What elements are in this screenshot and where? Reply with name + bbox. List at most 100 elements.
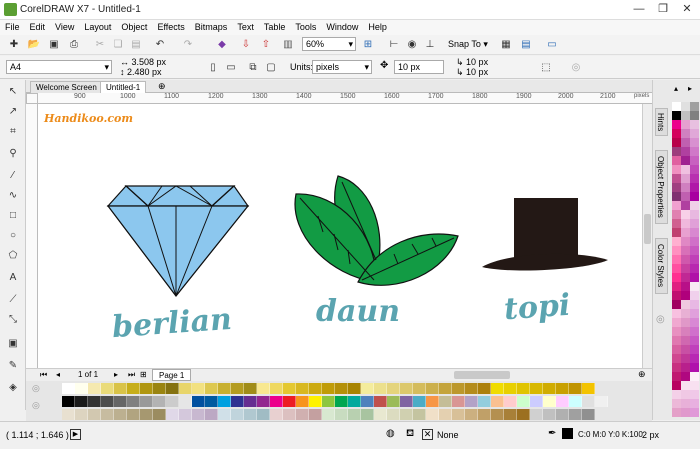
color-swatch[interactable] — [690, 399, 699, 408]
color-swatch[interactable] — [672, 372, 681, 381]
color-swatch[interactable] — [681, 192, 690, 201]
color-swatch[interactable] — [361, 383, 374, 394]
color-swatch[interactable] — [690, 390, 699, 399]
color-swatch[interactable] — [690, 228, 699, 237]
copy-icon[interactable]: ❏ — [110, 37, 126, 52]
ellipse-tool-icon[interactable]: ○ — [5, 228, 21, 244]
color-swatch[interactable] — [231, 396, 244, 407]
color-swatch[interactable] — [504, 396, 517, 407]
color-swatch[interactable] — [681, 246, 690, 255]
color-swatch[interactable] — [681, 237, 690, 246]
color-swatch[interactable] — [322, 409, 335, 420]
color-swatch[interactable] — [672, 327, 681, 336]
color-swatch[interactable] — [672, 381, 681, 390]
color-swatch[interactable] — [140, 396, 153, 407]
color-swatch[interactable] — [690, 282, 699, 291]
nudge-distance-field[interactable]: 10 px — [394, 60, 444, 74]
current-page-icon[interactable]: ▢ — [263, 60, 279, 75]
color-swatch[interactable] — [348, 396, 361, 407]
color-swatch[interactable] — [166, 396, 179, 407]
color-swatch[interactable] — [690, 273, 699, 282]
new-tab-icon[interactable]: ⊕ — [158, 81, 166, 92]
color-swatch[interactable] — [192, 396, 205, 407]
color-swatch[interactable] — [530, 409, 543, 420]
color-swatch[interactable] — [62, 396, 75, 407]
color-swatch[interactable] — [101, 396, 114, 407]
options-circle-icon[interactable]: ◎ — [568, 60, 584, 75]
color-swatch[interactable] — [690, 255, 699, 264]
new-document-icon[interactable]: ✚ — [6, 37, 22, 52]
color-swatch[interactable] — [681, 147, 690, 156]
color-swatch[interactable] — [681, 399, 690, 408]
color-swatch[interactable] — [681, 219, 690, 228]
application-menu-icon[interactable]: ▭ — [544, 37, 560, 52]
color-swatch[interactable] — [231, 409, 244, 420]
color-swatch[interactable] — [690, 219, 699, 228]
color-swatch[interactable] — [681, 309, 690, 318]
color-swatch[interactable] — [75, 383, 88, 394]
color-swatch[interactable] — [681, 300, 690, 309]
color-swatch[interactable] — [322, 383, 335, 394]
cut-icon[interactable]: ✂ — [92, 37, 108, 52]
color-swatch[interactable] — [127, 383, 140, 394]
zoom-select[interactable]: 60% ▾ — [302, 37, 356, 51]
color-swatch[interactable] — [413, 396, 426, 407]
color-swatch[interactable] — [179, 396, 192, 407]
color-swatch[interactable] — [88, 396, 101, 407]
outline-color-swatch[interactable] — [562, 428, 573, 439]
color-swatch[interactable] — [681, 165, 690, 174]
color-swatch[interactable] — [690, 246, 699, 255]
color-swatch[interactable] — [595, 396, 608, 407]
color-swatch[interactable] — [681, 291, 690, 300]
pick-tool-icon[interactable]: ↖ — [5, 84, 21, 100]
color-swatch[interactable] — [127, 409, 140, 420]
color-swatch[interactable] — [88, 409, 101, 420]
first-page-icon[interactable]: ⏮ — [40, 370, 47, 380]
interactive-fill-icon[interactable]: ◈ — [5, 380, 21, 396]
color-swatch[interactable] — [452, 409, 465, 420]
color-swatch[interactable] — [681, 282, 690, 291]
color-swatch[interactable] — [681, 363, 690, 372]
menu-edit[interactable]: Edit — [25, 20, 51, 35]
color-swatch[interactable] — [205, 396, 218, 407]
color-swatch[interactable] — [672, 399, 681, 408]
color-swatch[interactable] — [690, 192, 699, 201]
color-swatch[interactable] — [244, 396, 257, 407]
landscape-icon[interactable]: ▭ — [223, 60, 239, 75]
color-swatch[interactable] — [452, 383, 465, 394]
color-swatch[interactable] — [309, 409, 322, 420]
label-topi[interactable]: topi — [503, 288, 572, 328]
vertical-scrollbar[interactable] — [642, 104, 652, 368]
menu-file[interactable]: File — [0, 20, 25, 35]
menu-effects[interactable]: Effects — [152, 20, 189, 35]
color-swatch[interactable] — [690, 309, 699, 318]
color-swatch[interactable] — [426, 409, 439, 420]
page-tab[interactable]: Page 1 — [152, 369, 192, 381]
color-swatch[interactable] — [543, 409, 556, 420]
color-swatch[interactable] — [101, 409, 114, 420]
drawing-canvas[interactable]: Handikoo.com berlian daun topi — [38, 104, 642, 368]
color-swatch[interactable] — [681, 318, 690, 327]
menu-view[interactable]: View — [50, 20, 79, 35]
color-swatch[interactable] — [672, 273, 681, 282]
color-swatch[interactable] — [504, 409, 517, 420]
color-swatch[interactable] — [569, 383, 582, 394]
color-swatch[interactable] — [322, 396, 335, 407]
color-swatch[interactable] — [681, 111, 690, 120]
drop-shadow-icon[interactable]: ▣ — [5, 336, 21, 352]
color-swatch[interactable] — [672, 165, 681, 174]
palette-options-icon[interactable]: ◎ — [32, 400, 40, 411]
color-swatch[interactable] — [672, 138, 681, 147]
portrait-icon[interactable]: ▯ — [205, 60, 221, 75]
color-swatch[interactable] — [681, 327, 690, 336]
color-swatch[interactable] — [478, 396, 491, 407]
artistic-media-icon[interactable]: ∿ — [5, 188, 21, 204]
color-swatch[interactable] — [296, 409, 309, 420]
color-swatch[interactable] — [140, 383, 153, 394]
color-swatch[interactable] — [387, 383, 400, 394]
color-swatch[interactable] — [672, 174, 681, 183]
color-swatch[interactable] — [556, 396, 569, 407]
color-swatch[interactable] — [672, 354, 681, 363]
color-swatch[interactable] — [270, 383, 283, 394]
color-swatch[interactable] — [257, 383, 270, 394]
